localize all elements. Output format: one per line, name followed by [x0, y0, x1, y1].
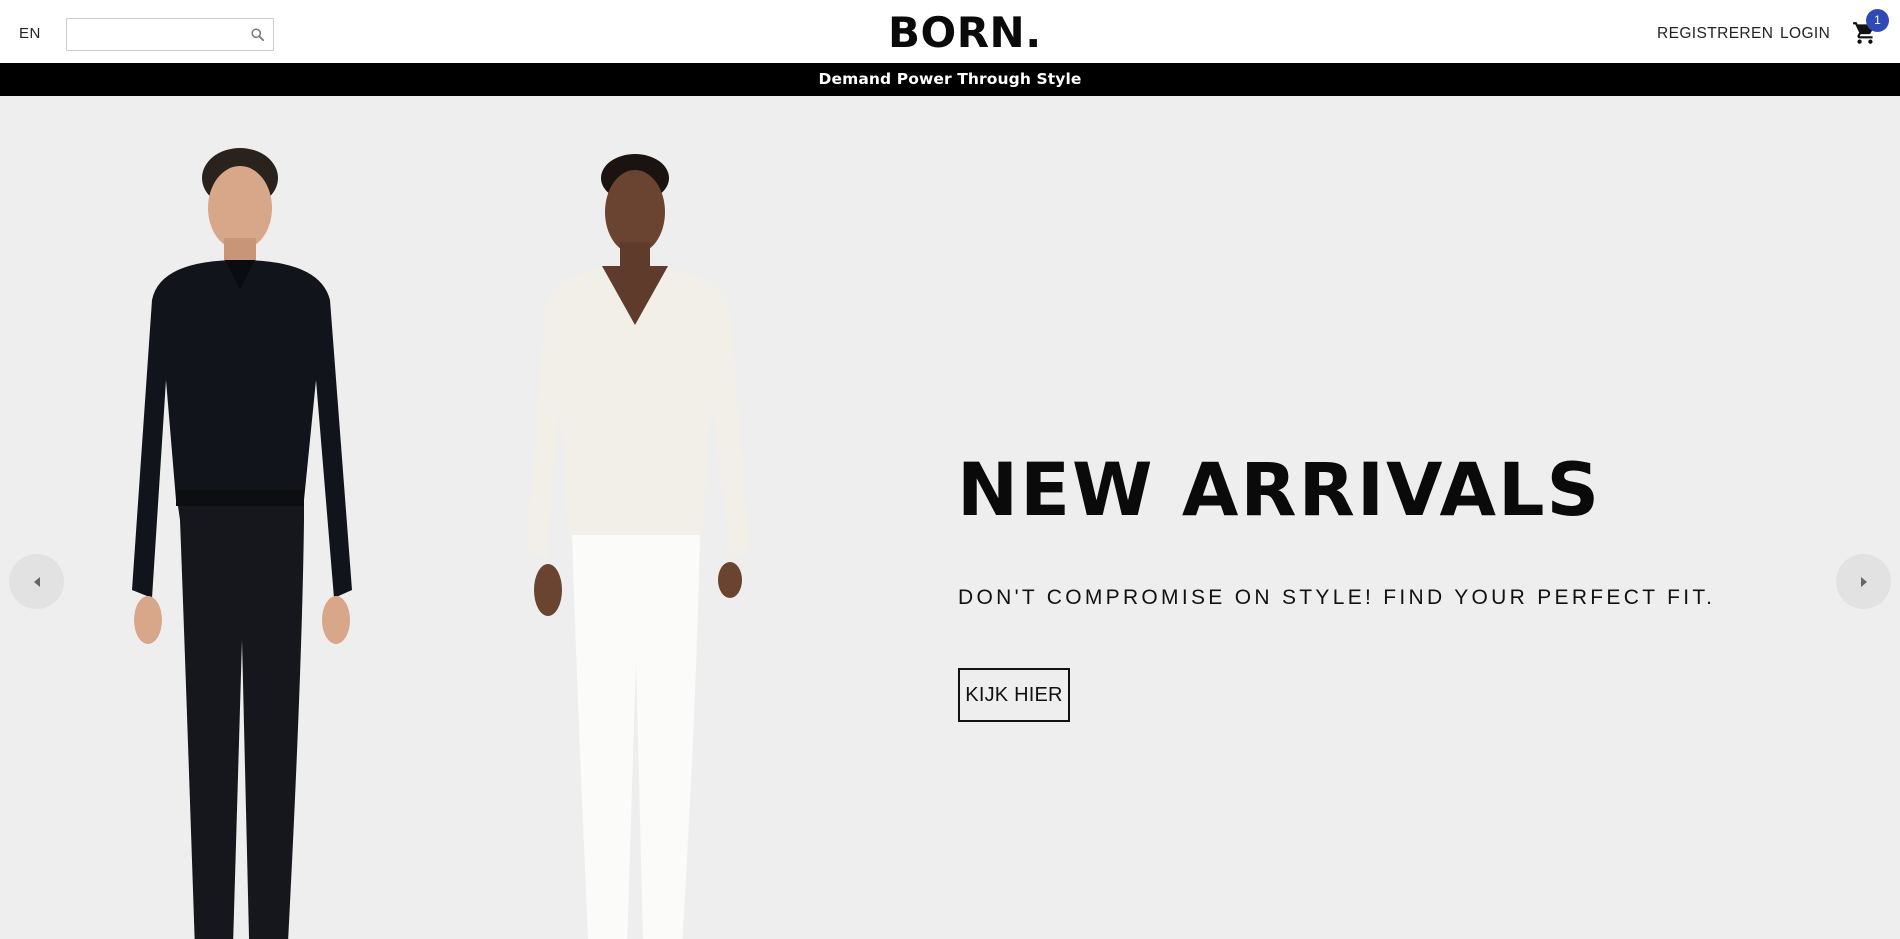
- register-link[interactable]: REGISTREREN: [1657, 25, 1773, 43]
- announcement-text: Demand Power Through Style: [818, 70, 1082, 88]
- model-dark-outfit: [132, 148, 352, 939]
- cart-count-badge: 1: [1866, 9, 1889, 32]
- language-selector[interactable]: EN: [19, 25, 41, 42]
- carousel-next-button[interactable]: [1836, 554, 1891, 609]
- site-logo[interactable]: BORN.: [888, 10, 1041, 56]
- chevron-left-icon: [34, 577, 40, 587]
- site-header: EN BORN. REGISTREREN LOGIN 1: [0, 0, 1900, 63]
- model-white-outfit: [526, 154, 750, 939]
- search-input[interactable]: [67, 19, 245, 50]
- search-box[interactable]: [66, 18, 274, 51]
- announcement-bar: Demand Power Through Style: [0, 63, 1900, 96]
- shop-now-button[interactable]: KIJK HIER: [958, 668, 1070, 722]
- hero-title: NEW ARRIVALS: [957, 448, 1602, 533]
- hero-models-image: [132, 148, 750, 939]
- chevron-right-icon: [1861, 577, 1867, 587]
- login-link[interactable]: LOGIN: [1780, 25, 1830, 43]
- carousel-prev-button[interactable]: [9, 554, 64, 609]
- search-icon[interactable]: [250, 27, 265, 42]
- hero-subtitle: DON'T COMPROMISE ON STYLE! FIND YOUR PER…: [958, 586, 1716, 609]
- hero-banner: NEW ARRIVALS DON'T COMPROMISE ON STYLE! …: [0, 96, 1900, 939]
